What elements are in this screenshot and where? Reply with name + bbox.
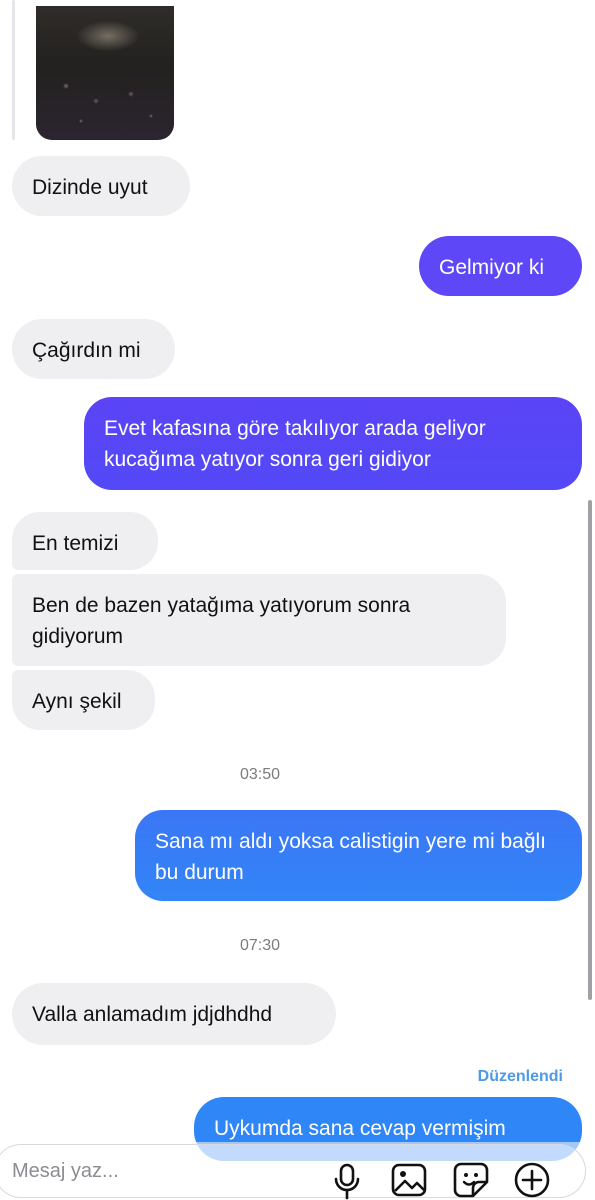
message-received[interactable]: Dizinde uyut [12,156,190,216]
message-sent[interactable]: Evet kafasına göre takılıyor arada geliy… [84,397,582,490]
sticker-icon[interactable] [451,1160,491,1200]
message-sent[interactable]: Gelmiyor ki [419,236,582,296]
image-icon[interactable] [389,1160,429,1200]
message-text: Evet kafasına göre takılıyor arada geliy… [104,417,486,471]
message-received[interactable]: Çağırdın mi [12,319,175,379]
message-text: Aynı şekil [32,690,122,713]
message-text: Valla anlamadım jdjdhdhd [32,1003,273,1026]
message-text: Uykumda sana cevap vermişim [214,1117,506,1140]
message-text: Çağırdın mi [32,339,141,362]
edited-label: Düzenlendi [477,1068,563,1085]
plus-circle-icon[interactable] [512,1160,552,1200]
message-input[interactable] [12,1160,312,1183]
microphone-icon[interactable] [327,1160,367,1200]
message-text: En temizi [32,532,119,555]
message-text: Gelmiyor ki [439,256,545,279]
message-received[interactable]: Ben de bazen yatağıma yatıyorum sonra gi… [12,574,506,666]
message-sent[interactable]: Sana mı aldı yoksa calistigin yere mi ba… [135,810,582,901]
timestamp: 07:30 [239,937,281,954]
reply-indicator [12,0,15,140]
message-text: Sana mı aldı yoksa calistigin yere mi ba… [155,830,547,884]
message-received[interactable]: Valla anlamadım jdjdhdhd [12,983,336,1045]
message-composer [0,1142,595,1200]
chat-thread[interactable]: Dizinde uyut Gelmiyor ki Çağırdın mi Eve… [0,0,595,1200]
message-received[interactable]: En temizi [12,512,158,570]
message-text: Dizinde uyut [32,176,148,199]
timestamp: 03:50 [239,766,281,783]
message-text: Ben de bazen yatağıma yatıyorum sonra gi… [32,594,411,648]
scrollbar[interactable] [588,500,592,1000]
message-received[interactable]: Aynı şekil [12,670,155,730]
shared-photo[interactable] [36,6,174,140]
